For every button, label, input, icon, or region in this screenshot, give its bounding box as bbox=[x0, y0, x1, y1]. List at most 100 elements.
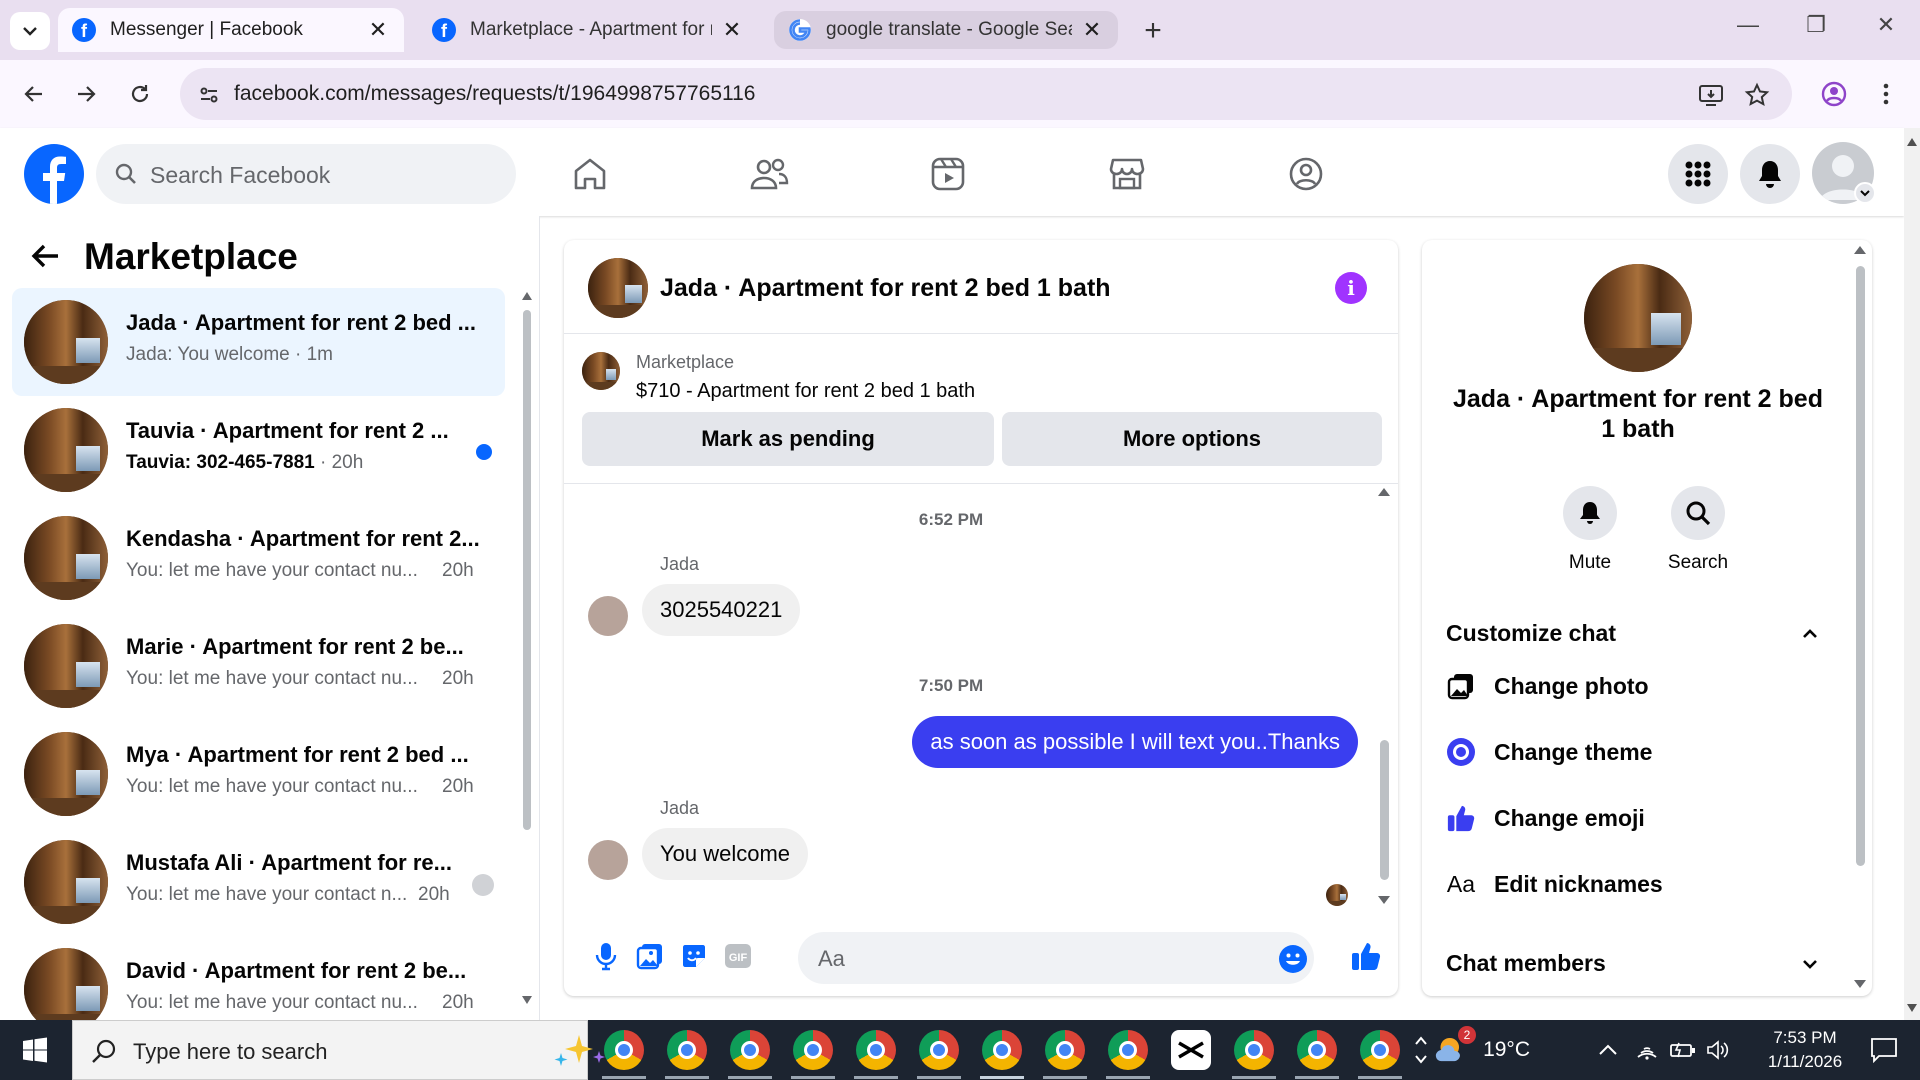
chrome-taskbar-icon[interactable] bbox=[1360, 1030, 1400, 1070]
close-icon[interactable]: ✕ bbox=[366, 17, 390, 43]
search-action[interactable]: Search bbox=[1658, 486, 1738, 574]
account-chevron-icon[interactable] bbox=[1854, 182, 1876, 204]
site-info-icon[interactable] bbox=[194, 80, 224, 110]
message-bubble-incoming[interactable]: 3025540221 bbox=[642, 584, 801, 636]
chrome-taskbar-icon[interactable] bbox=[856, 1030, 896, 1070]
nav-gaming[interactable] bbox=[1282, 150, 1330, 198]
chat-title[interactable]: Jada · Apartment for rent 2 bed 1 bath bbox=[660, 274, 1111, 303]
chat-avatar[interactable] bbox=[588, 258, 648, 318]
close-icon[interactable]: ✕ bbox=[1080, 17, 1104, 43]
clock[interactable]: 7:53 PM 1/11/2026 bbox=[1750, 1020, 1860, 1080]
sender-avatar[interactable] bbox=[588, 596, 628, 636]
send-like-button[interactable] bbox=[1346, 936, 1386, 976]
forward-button[interactable] bbox=[66, 74, 106, 114]
volume-icon[interactable] bbox=[1706, 1020, 1730, 1080]
chrome-taskbar-icon[interactable] bbox=[604, 1030, 644, 1070]
listing-thumbnail[interactable] bbox=[582, 352, 620, 390]
nav-marketplace[interactable] bbox=[1103, 150, 1151, 198]
chrome-taskbar-icon[interactable] bbox=[793, 1030, 833, 1070]
chrome-taskbar-icon[interactable] bbox=[982, 1030, 1022, 1070]
sender-avatar[interactable] bbox=[588, 840, 628, 880]
info-panel-scrollbar[interactable] bbox=[1852, 240, 1868, 996]
conversation-item[interactable]: Kendasha · Apartment for rent 2... You: … bbox=[12, 504, 505, 612]
arrow-left-icon bbox=[24, 86, 42, 102]
info-button[interactable]: i bbox=[1335, 272, 1367, 304]
show-hidden-icons-button[interactable] bbox=[1598, 1020, 1618, 1080]
reload-button[interactable] bbox=[120, 74, 160, 114]
more-options-button[interactable]: More options bbox=[1002, 412, 1382, 466]
edit-nicknames-option[interactable]: Aa Edit nicknames bbox=[1446, 864, 1663, 904]
listing-avatar bbox=[24, 300, 108, 384]
new-tab-button[interactable]: + bbox=[1136, 14, 1170, 48]
attach-photo-button[interactable] bbox=[630, 936, 670, 976]
tab-search-button[interactable] bbox=[10, 12, 50, 50]
customize-chat-header[interactable]: Customize chat bbox=[1446, 620, 1616, 647]
tab-marketplace[interactable]: f Marketplace - Apartment for re ✕ bbox=[418, 8, 758, 52]
network-icon[interactable] bbox=[1636, 1020, 1658, 1080]
bookmark-star-icon[interactable] bbox=[1742, 80, 1772, 110]
weather-widget[interactable]: 2 19°C bbox=[1434, 1020, 1530, 1080]
voice-clip-button[interactable] bbox=[586, 936, 626, 976]
taskbar-scroll-arrows[interactable] bbox=[1414, 1020, 1428, 1080]
start-button[interactable] bbox=[0, 1020, 70, 1080]
battery-icon[interactable] bbox=[1670, 1020, 1696, 1080]
message-bubble-outgoing[interactable]: as soon as possible I will text you..Tha… bbox=[912, 716, 1358, 768]
conversation-item[interactable]: Marie · Apartment for rent 2 be... You: … bbox=[12, 612, 505, 720]
message-input[interactable]: Aa bbox=[798, 932, 1314, 984]
chrome-taskbar-icon[interactable] bbox=[667, 1030, 707, 1070]
tab-google-translate[interactable]: google translate - Google Searc ✕ bbox=[774, 11, 1118, 49]
facebook-search-input[interactable]: Search Facebook bbox=[96, 144, 516, 204]
chrome-taskbar-icon[interactable] bbox=[919, 1030, 959, 1070]
emoji-icon[interactable] bbox=[1278, 944, 1308, 974]
message-bubble-incoming[interactable]: You welcome bbox=[642, 828, 809, 880]
profile-button[interactable] bbox=[1814, 74, 1854, 114]
conversation-item[interactable]: Jada · Apartment for rent 2 bed ... Jada… bbox=[12, 288, 505, 396]
nav-video[interactable] bbox=[924, 150, 972, 198]
omnibox[interactable]: facebook.com/messages/requests/t/1964998… bbox=[180, 68, 1792, 120]
restore-button[interactable]: ❐ bbox=[1796, 12, 1836, 38]
install-app-icon[interactable] bbox=[1696, 80, 1726, 110]
nav-friends[interactable] bbox=[745, 150, 793, 198]
browser-menu-button[interactable] bbox=[1866, 74, 1906, 114]
chrome-taskbar-icon[interactable] bbox=[1297, 1030, 1337, 1070]
capcut-taskbar-icon[interactable] bbox=[1171, 1030, 1211, 1070]
notification-center-button[interactable] bbox=[1870, 1020, 1898, 1080]
change-photo-option[interactable]: Change photo bbox=[1446, 666, 1649, 706]
taskbar-search-input[interactable]: Type here to search bbox=[72, 1020, 605, 1080]
change-theme-option[interactable]: Change theme bbox=[1446, 732, 1652, 772]
page-scrollbar[interactable] bbox=[1904, 128, 1920, 1020]
conversation-list-scrollbar[interactable] bbox=[521, 292, 533, 1006]
chrome-taskbar-icon[interactable] bbox=[1234, 1030, 1274, 1070]
conversation-item[interactable]: Tauvia · Apartment for rent 2 ... Tauvia… bbox=[12, 396, 505, 504]
listing-title[interactable]: $710 - Apartment for rent 2 bed 1 bath bbox=[636, 380, 975, 403]
chevron-up-icon[interactable] bbox=[1800, 624, 1820, 644]
chat-info-avatar[interactable] bbox=[1584, 264, 1692, 372]
mute-action[interactable]: Mute bbox=[1550, 486, 1630, 574]
gif-button[interactable]: GIF bbox=[718, 936, 758, 976]
back-arrow-button[interactable] bbox=[30, 242, 62, 275]
nav-home[interactable] bbox=[566, 150, 614, 198]
gaming-icon bbox=[1289, 157, 1323, 191]
conversation-name: Jada · Apartment for rent 2 bed ... bbox=[126, 310, 477, 335]
chat-members-header[interactable]: Chat members bbox=[1446, 950, 1606, 977]
close-icon[interactable]: ✕ bbox=[720, 17, 744, 43]
notifications-button[interactable] bbox=[1740, 144, 1800, 204]
chrome-taskbar-icon[interactable] bbox=[1108, 1030, 1148, 1070]
url-text[interactable]: facebook.com/messages/requests/t/1964998… bbox=[234, 82, 755, 106]
chat-scrollbar[interactable] bbox=[1376, 484, 1392, 908]
facebook-logo[interactable] bbox=[24, 144, 84, 204]
chevron-down-icon[interactable] bbox=[1800, 954, 1820, 974]
mark-as-pending-button[interactable]: Mark as pending bbox=[582, 412, 994, 466]
chrome-taskbar-icon[interactable] bbox=[1045, 1030, 1085, 1070]
back-button[interactable] bbox=[14, 74, 54, 114]
change-emoji-option[interactable]: Change emoji bbox=[1446, 798, 1645, 838]
conversation-item[interactable]: Mya · Apartment for rent 2 bed ... You: … bbox=[12, 720, 505, 828]
close-window-button[interactable]: ✕ bbox=[1866, 12, 1906, 38]
menu-button[interactable] bbox=[1668, 144, 1728, 204]
conversation-item[interactable]: Mustafa Ali · Apartment for re... You: l… bbox=[12, 828, 505, 936]
conversation-item[interactable]: David · Apartment for rent 2 be... You: … bbox=[12, 936, 505, 1020]
minimize-button[interactable]: — bbox=[1728, 12, 1768, 38]
tab-messenger[interactable]: f Messenger | Facebook ✕ bbox=[58, 8, 404, 52]
chrome-taskbar-icon[interactable] bbox=[730, 1030, 770, 1070]
sticker-button[interactable] bbox=[674, 936, 714, 976]
